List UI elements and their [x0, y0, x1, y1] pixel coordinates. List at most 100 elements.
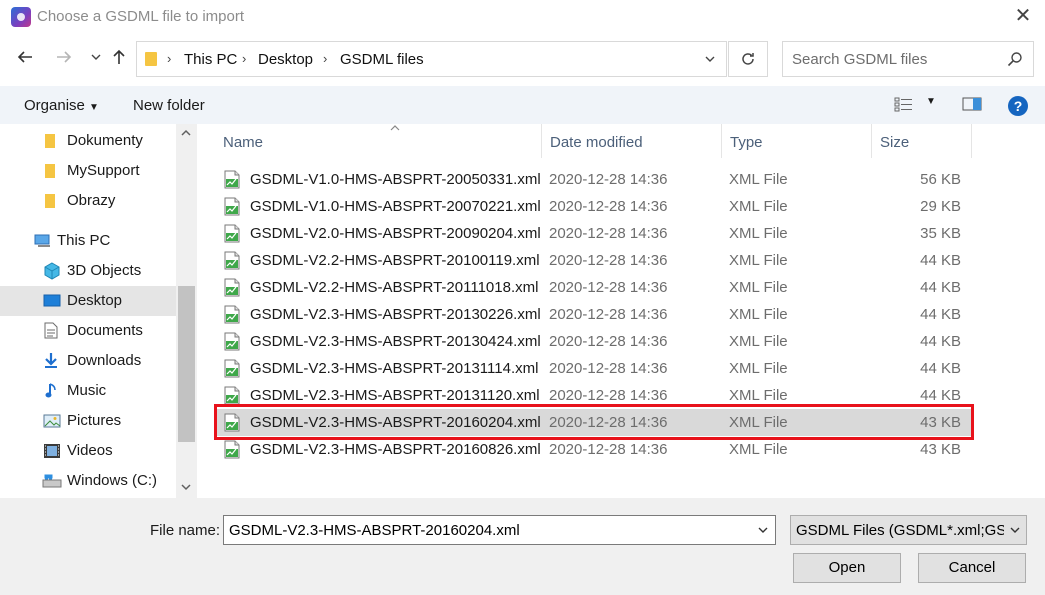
- window-title: Choose a GSDML file to import: [37, 8, 245, 25]
- drive-icon: [42, 474, 62, 488]
- file-type: XML File: [729, 306, 788, 323]
- nav-item-this-pc[interactable]: This PC: [0, 226, 176, 256]
- chevron-right-icon: ›: [242, 51, 247, 66]
- nav-item-downloads[interactable]: Downloads: [0, 346, 176, 376]
- scroll-up-icon[interactable]: [180, 128, 192, 141]
- file-size: 44 KB: [920, 279, 961, 296]
- file-type: XML File: [729, 387, 788, 404]
- sort-ascending-icon: [389, 121, 401, 135]
- folder-icon: [145, 52, 157, 66]
- file-type-filter[interactable]: GSDML Files (GSDML*.xml;GSDML*.XML): [790, 515, 1027, 545]
- file-name: GSDML-V2.3-HMS-ABSPRT-20131120.xml: [250, 387, 540, 404]
- column-header-type[interactable]: Type: [722, 124, 872, 158]
- desktop-icon: [43, 294, 61, 307]
- nav-item-videos[interactable]: Videos: [0, 436, 176, 466]
- table-row[interactable]: GSDML-V2.3-HMS-ABSPRT-20130424.xml 2020-1…: [217, 328, 971, 355]
- folder-icon: [45, 134, 55, 148]
- file-type: XML File: [729, 198, 788, 215]
- nav-item-music[interactable]: Music: [0, 376, 176, 406]
- scroll-down-icon[interactable]: [180, 482, 192, 495]
- table-row[interactable]: GSDML-V2.3-HMS-ABSPRT-20130226.xml 2020-1…: [217, 301, 971, 328]
- nav-item-dokumenty[interactable]: Dokumenty: [0, 126, 176, 156]
- xml-file-icon: [224, 305, 240, 324]
- navigation-pane: Dokumenty MySupport Obrazy This PC 3D Ob…: [0, 124, 197, 498]
- music-icon: [45, 383, 56, 398]
- file-date: 2020-12-28 14:36: [549, 360, 668, 377]
- details-view-icon: [894, 97, 912, 112]
- file-type: XML File: [729, 171, 788, 188]
- nav-item-documents[interactable]: Documents: [0, 316, 176, 346]
- table-row[interactable]: GSDML-V2.3-HMS-ABSPRT-20131114.xml 2020-1…: [217, 355, 971, 382]
- xml-file-icon: [224, 440, 240, 459]
- table-row[interactable]: GSDML-V2.3-HMS-ABSPRT-20160826.xml 2020-1…: [217, 436, 971, 463]
- nav-item-mysupport[interactable]: MySupport: [0, 156, 176, 186]
- organise-label: Organise: [24, 97, 85, 114]
- chevron-right-icon: ›: [167, 51, 172, 66]
- view-options-button[interactable]: [894, 96, 914, 116]
- file-date: 2020-12-28 14:36: [549, 171, 668, 188]
- computer-icon: [34, 234, 50, 247]
- forward-arrow-icon[interactable]: [53, 47, 75, 69]
- refresh-button[interactable]: [728, 41, 768, 77]
- chevron-down-icon[interactable]: [757, 522, 769, 541]
- nav-item-obrazy[interactable]: Obrazy: [0, 186, 176, 216]
- file-type: XML File: [729, 333, 788, 350]
- nav-scrollbar-thumb[interactable]: [178, 286, 195, 442]
- nav-item-desktop[interactable]: Desktop: [0, 286, 176, 316]
- column-header-date[interactable]: Date modified: [542, 124, 722, 158]
- download-icon: [45, 353, 57, 368]
- nav-item-pictures[interactable]: Pictures: [0, 406, 176, 436]
- filename-input[interactable]: GSDML-V2.3-HMS-ABSPRT-20160204.xml: [223, 515, 776, 545]
- column-header-size[interactable]: Size: [872, 124, 972, 158]
- new-folder-button[interactable]: New folder: [133, 97, 205, 114]
- command-toolbar: Organise ▼ New folder ▼: [0, 86, 1045, 124]
- column-header-name[interactable]: Name: [215, 124, 542, 158]
- back-arrow-icon[interactable]: [14, 47, 36, 69]
- file-date: 2020-12-28 14:36: [549, 306, 668, 323]
- table-row[interactable]: GSDML-V2.0-HMS-ABSPRT-20090204.xml 2020-1…: [217, 220, 971, 247]
- view-dropdown-icon[interactable]: ▼: [926, 96, 936, 107]
- file-name: GSDML-V2.2-HMS-ABSPRT-20111018.xml: [250, 279, 539, 296]
- file-type: XML File: [729, 360, 788, 377]
- address-dropdown-icon[interactable]: [704, 51, 716, 70]
- file-size: 44 KB: [920, 306, 961, 323]
- close-icon[interactable]: ✕: [1013, 6, 1033, 26]
- search-placeholder: Search GSDML files: [792, 51, 928, 68]
- file-name: GSDML-V2.3-HMS-ABSPRT-20130226.xml: [250, 306, 541, 323]
- title-bar: Choose a GSDML file to import ✕: [0, 0, 1045, 34]
- column-label: Size: [880, 134, 910, 151]
- help-icon[interactable]: ?: [1008, 96, 1028, 116]
- breadcrumb-gsdml-files[interactable]: GSDML files: [340, 51, 424, 68]
- table-row[interactable]: GSDML-V1.0-HMS-ABSPRT-20050331.xml 2020-1…: [217, 166, 971, 193]
- nav-item-label: This PC: [57, 232, 111, 249]
- breadcrumb-desktop[interactable]: Desktop: [258, 51, 313, 68]
- nav-item-label: Videos: [67, 442, 113, 459]
- table-row[interactable]: GSDML-V2.2-HMS-ABSPRT-20100119.xml 2020-1…: [217, 247, 971, 274]
- table-row[interactable]: GSDML-V2.3-HMS-ABSPRT-20131120.xml 2020-1…: [217, 382, 971, 409]
- picture-icon: [43, 414, 61, 428]
- file-name: GSDML-V2.3-HMS-ABSPRT-20160826.xml: [250, 441, 541, 458]
- cancel-button[interactable]: Cancel: [918, 553, 1026, 583]
- file-date: 2020-12-28 14:36: [549, 414, 668, 431]
- file-date: 2020-12-28 14:36: [549, 198, 668, 215]
- file-name: GSDML-V2.2-HMS-ABSPRT-20100119.xml: [250, 252, 540, 269]
- up-arrow-icon[interactable]: [108, 47, 130, 69]
- open-button[interactable]: Open: [793, 553, 901, 583]
- folder-icon: [45, 194, 55, 208]
- search-icon: [1007, 52, 1022, 67]
- table-row[interactable]: GSDML-V1.0-HMS-ABSPRT-20070221.xml 2020-1…: [217, 193, 971, 220]
- table-row[interactable]: GSDML-V2.3-HMS-ABSPRT-20160204.xml 2020-1…: [217, 409, 971, 436]
- search-input[interactable]: Search GSDML files: [782, 41, 1034, 77]
- file-size: 43 KB: [920, 441, 961, 458]
- address-bar[interactable]: › This PC › Desktop › GSDML files: [136, 41, 727, 77]
- organise-button[interactable]: Organise ▼: [24, 97, 99, 114]
- preview-pane-button[interactable]: [962, 97, 982, 115]
- nav-item-label: Desktop: [67, 292, 123, 309]
- file-name: GSDML-V2.3-HMS-ABSPRT-20160204.xml: [250, 414, 541, 431]
- nav-item-windows-c[interactable]: Windows (C:): [0, 466, 176, 496]
- table-row[interactable]: GSDML-V2.2-HMS-ABSPRT-20111018.xml 2020-1…: [217, 274, 971, 301]
- nav-item-3d-objects[interactable]: 3D Objects: [0, 256, 176, 286]
- refresh-icon: [742, 53, 754, 65]
- breadcrumb-this-pc[interactable]: This PC: [184, 51, 237, 68]
- recent-locations-chevron-icon[interactable]: [85, 47, 107, 69]
